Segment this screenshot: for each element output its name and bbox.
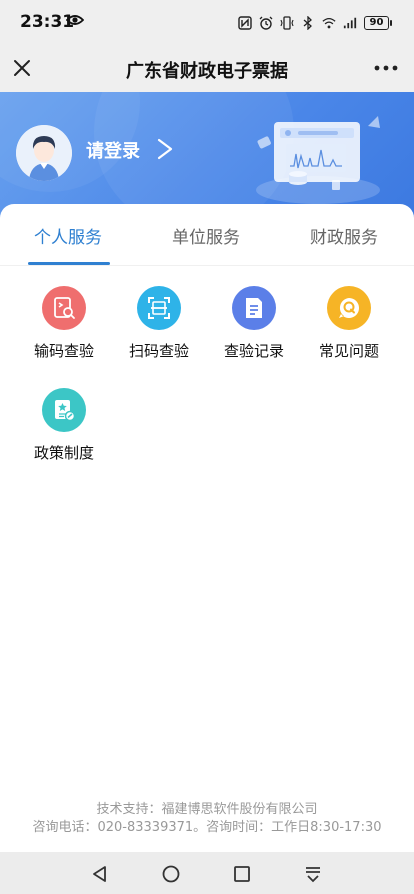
- invoice-illustration: [256, 116, 380, 204]
- footer-support: 技术支持：福建博思软件股份有限公司: [96, 802, 318, 817]
- eye-icon: [66, 15, 84, 25]
- question-icon: [327, 286, 371, 330]
- service-label: 输码查验: [33, 342, 94, 360]
- tab-organization[interactable]: 单位服务: [172, 223, 240, 248]
- status-icons: 90: [238, 13, 392, 33]
- avatar[interactable]: [16, 125, 72, 181]
- title-bar: 广东省财政电子票据: [0, 44, 414, 92]
- code-search-icon: [42, 286, 86, 330]
- nfc-icon: [238, 16, 252, 30]
- avatar-icon: [16, 125, 72, 181]
- service-label: 扫码查验: [128, 342, 189, 360]
- alarm-icon: [259, 16, 273, 30]
- service-label: 常见问题: [318, 342, 379, 360]
- vibrate-icon: [280, 16, 294, 30]
- tab-indicator: [28, 262, 110, 265]
- service-label: 政策制度: [33, 444, 94, 462]
- user-banner: 请登录: [0, 92, 414, 222]
- page-title: 广东省财政电子票据: [126, 61, 288, 82]
- menu-down-icon[interactable]: [303, 864, 323, 884]
- battery-level: 90: [364, 16, 389, 30]
- login-link[interactable]: 请登录: [86, 137, 140, 163]
- tab-finance[interactable]: 财政服务: [310, 223, 378, 248]
- bluetooth-icon: [303, 16, 312, 30]
- scan-icon: [137, 286, 181, 330]
- service-tabs: 个人服务 单位服务 财政服务: [0, 204, 414, 266]
- document-list-icon: [232, 286, 276, 330]
- policy-icon: [42, 388, 86, 432]
- service-verify-records[interactable]: 查验记录: [214, 286, 294, 361]
- home-icon[interactable]: [161, 864, 181, 884]
- signal-icon: [343, 17, 357, 29]
- system-nav-bar: [0, 852, 414, 894]
- back-icon[interactable]: [90, 864, 110, 884]
- recent-apps-icon[interactable]: [232, 864, 252, 884]
- service-policy[interactable]: 政策制度: [24, 388, 104, 463]
- tab-personal[interactable]: 个人服务: [34, 223, 102, 248]
- status-bar: 23:31 90: [0, 0, 414, 44]
- service-card: 个人服务 单位服务 财政服务 输码查验 扫码查验 查验记录 常见问题 政策制度 …: [0, 204, 414, 852]
- service-scan-verify[interactable]: 扫码查验: [119, 286, 199, 361]
- more-icon[interactable]: [374, 64, 398, 72]
- chevron-right-icon[interactable]: [156, 138, 174, 160]
- service-label: 查验记录: [223, 342, 284, 360]
- footer-contact: 咨询电话：020-83339371。咨询时间：工作日8:30-17:30: [32, 820, 382, 835]
- service-faq[interactable]: 常见问题: [309, 286, 389, 361]
- service-code-verify[interactable]: 输码查验: [24, 286, 104, 361]
- wifi-icon: [322, 17, 336, 29]
- battery-icon: 90: [364, 16, 392, 30]
